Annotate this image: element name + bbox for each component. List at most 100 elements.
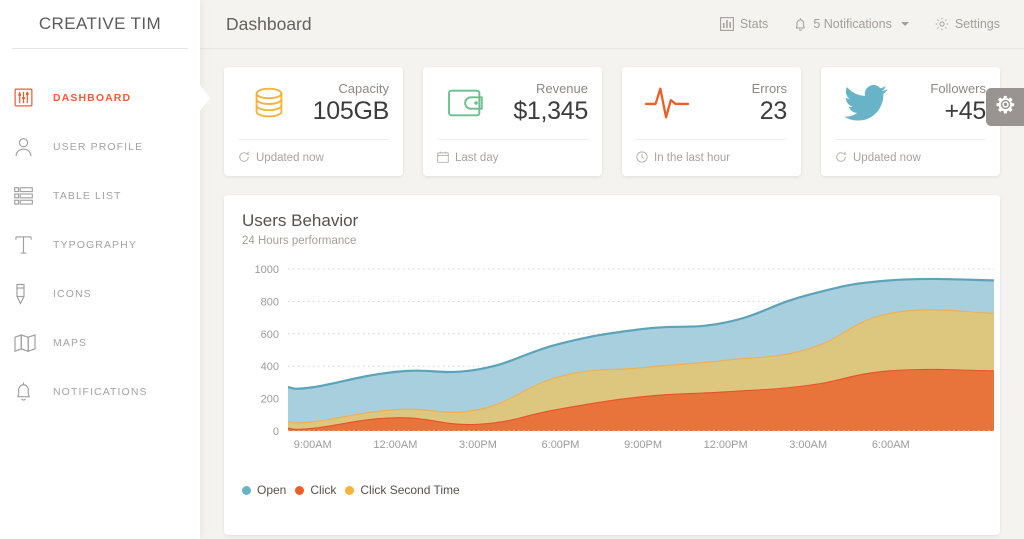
gear-icon [935,17,949,31]
svg-text:9:00AM: 9:00AM [294,439,332,451]
notifications-label: 5 Notifications [813,17,892,31]
card-footer-label: Last day [455,152,498,164]
area-chart[interactable]: 0 200 400 600 800 1000 9:00AM 12:00AM 3:00PM 6:00… [242,261,998,461]
app-root: CREATIVE TIM DASHBOARD [0,0,1024,539]
card-footer: Updated now [238,140,389,176]
notifications-dropdown[interactable]: 5 Notifications [794,17,909,32]
sidebar-item-label: TABLE LIST [53,190,122,202]
settings-button[interactable]: Settings [935,17,1000,31]
card-value: 105GB [313,97,389,126]
svg-text:400: 400 [261,361,279,373]
card-text: Followers +45 [930,81,986,126]
user-icon [14,134,44,160]
legend-item-click-second-time[interactable]: Click Second Time [345,483,459,497]
svg-text:12:00AM: 12:00AM [373,439,417,451]
sidebar-item-label: DASHBOARD [53,92,131,104]
stat-card-followers: Followers +45 Updated now [821,67,1000,176]
sliders-icon [14,85,44,111]
legend-label: Click Second Time [360,483,459,497]
main-area: Dashboard Stats [200,0,1024,539]
svg-text:0: 0 [273,426,279,438]
svg-text:600: 600 [261,329,279,341]
chart-legend: Open Click Click Second Time [242,483,982,497]
svg-text:3:00PM: 3:00PM [459,439,497,451]
card-value: 23 [752,97,787,126]
chevron-down-icon [901,22,909,26]
stat-card-revenue: Revenue $1,345 Last d [423,67,602,176]
stat-cards-row: Capacity 105GB Updated now [224,67,1000,176]
sidebar-item-label: TYPOGRAPHY [53,239,137,251]
card-footer: Updated now [835,140,986,176]
svg-text:3:00AM: 3:00AM [789,439,827,451]
legend-swatch [295,486,304,495]
content-area: Capacity 105GB Updated now [200,49,1024,539]
wallet-icon [437,85,499,121]
card-label: Capacity [313,81,389,97]
chart-subtitle: 24 Hours performance [242,235,982,247]
twitter-icon [835,84,897,122]
pulse-icon [636,83,698,123]
sidebar-nav: DASHBOARD USER PROFILE [0,49,200,416]
sidebar-item-label: USER PROFILE [53,141,143,153]
settings-label: Settings [955,17,1000,31]
svg-text:800: 800 [261,296,279,308]
card-text: Capacity 105GB [313,81,389,126]
page-title: Dashboard [226,14,312,35]
legend-swatch [242,486,251,495]
legend-swatch [345,486,354,495]
card-value: +45 [930,97,986,126]
pencil-icon [14,281,44,307]
svg-text:1000: 1000 [255,264,279,276]
stat-card-errors: Errors 23 In the last hour [622,67,801,176]
sidebar-item-user-profile[interactable]: USER PROFILE [0,122,200,171]
legend-label: Click [310,483,336,497]
legend-item-click[interactable]: Click [295,483,336,497]
database-icon [238,82,300,124]
typography-icon [14,232,44,258]
topbar: Dashboard Stats [200,0,1024,49]
sidebar-item-table-list[interactable]: TABLE LIST [0,171,200,220]
card-label: Errors [752,81,787,97]
bell-icon [14,379,44,405]
stat-card-capacity: Capacity 105GB Updated now [224,67,403,176]
refresh-icon [835,151,847,166]
card-top: Errors 23 [636,67,787,139]
bell-icon [794,17,807,32]
sidebar-item-label: ICONS [53,288,92,300]
brand-logo[interactable]: CREATIVE TIM [0,0,200,48]
brand-label: CREATIVE TIM [39,14,161,34]
sidebar: CREATIVE TIM DASHBOARD [0,0,200,539]
users-behavior-card: Users Behavior 24 Hours performance 0 200… [224,195,1000,535]
card-label: Followers [930,81,986,97]
card-footer-label: Updated now [853,152,921,164]
card-footer-label: Updated now [256,152,324,164]
settings-fab[interactable] [986,88,1024,126]
clock-icon [636,151,648,166]
refresh-icon [238,151,250,166]
svg-text:6:00PM: 6:00PM [542,439,580,451]
card-value: $1,345 [513,97,588,126]
sidebar-item-label: MAPS [53,337,87,349]
sidebar-item-icons[interactable]: ICONS [0,269,200,318]
sidebar-item-notifications[interactable]: NOTIFICATIONS [0,367,200,416]
sidebar-item-dashboard[interactable]: DASHBOARD [0,73,200,122]
card-top: Capacity 105GB [238,67,389,139]
card-footer-label: In the last hour [654,152,730,164]
chart-title: Users Behavior [242,211,982,231]
card-label: Revenue [513,81,588,97]
stats-icon [720,17,734,31]
topbar-actions: Stats 5 Notifications [720,17,1000,32]
svg-text:9:00PM: 9:00PM [624,439,662,451]
card-top: Revenue $1,345 [437,67,588,139]
stats-label: Stats [740,17,769,31]
legend-item-open[interactable]: Open [242,483,286,497]
legend-label: Open [257,483,286,497]
card-footer: Last day [437,140,588,176]
sidebar-item-label: NOTIFICATIONS [53,386,148,398]
sidebar-item-maps[interactable]: MAPS [0,318,200,367]
svg-text:200: 200 [261,394,279,406]
sidebar-item-typography[interactable]: TYPOGRAPHY [0,220,200,269]
card-text: Revenue $1,345 [513,81,588,126]
chart-plot: 0 200 400 600 800 1000 9:00AM 12:00AM 3:00PM 6:00… [242,261,982,461]
stats-button[interactable]: Stats [720,17,769,31]
